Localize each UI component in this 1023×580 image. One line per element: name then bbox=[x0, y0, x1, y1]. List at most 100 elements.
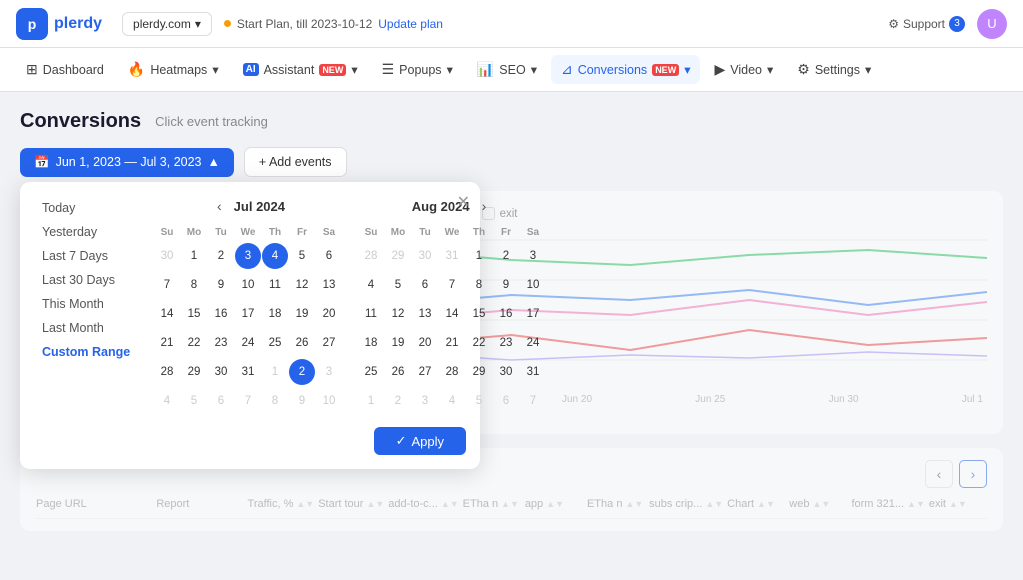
cal-day[interactable]: 18 bbox=[358, 330, 384, 356]
cal-day[interactable]: 22 bbox=[466, 330, 492, 356]
apply-button[interactable]: ✓ Apply bbox=[374, 427, 466, 455]
cal-day[interactable]: 7 bbox=[520, 388, 546, 414]
cal-day[interactable]: 16 bbox=[493, 301, 519, 327]
cal-day[interactable]: 1 bbox=[262, 359, 288, 385]
cal-day[interactable]: 1 bbox=[358, 388, 384, 414]
cal-day[interactable]: 31 bbox=[439, 243, 465, 269]
cal-day[interactable]: 25 bbox=[358, 359, 384, 385]
cal-day[interactable]: 7 bbox=[439, 272, 465, 298]
cal-day[interactable]: 2 bbox=[493, 243, 519, 269]
cal-day[interactable]: 9 bbox=[493, 272, 519, 298]
cal-day[interactable]: 3 bbox=[412, 388, 438, 414]
cal-day[interactable]: 12 bbox=[385, 301, 411, 327]
calendar-prev-button[interactable]: ‹ bbox=[211, 196, 228, 216]
nav-item-popups[interactable]: ☰ Popups ▾ bbox=[372, 55, 463, 84]
cal-day[interactable]: 5 bbox=[289, 243, 315, 269]
cal-day[interactable]: 2 bbox=[385, 388, 411, 414]
cal-day[interactable]: 28 bbox=[154, 359, 180, 385]
nav-item-assistant[interactable]: AI Assistant NEW ▾ bbox=[233, 56, 368, 83]
cal-day[interactable]: 30 bbox=[208, 359, 234, 385]
cal-day[interactable]: 24 bbox=[520, 330, 546, 356]
cal-day[interactable]: 4 bbox=[439, 388, 465, 414]
date-range-button[interactable]: 📅 Jun 1, 2023 — Jul 3, 2023 ▲ bbox=[20, 148, 234, 177]
cal-day[interactable]: 13 bbox=[316, 272, 342, 298]
cal-day[interactable]: 5 bbox=[181, 388, 207, 414]
nav-item-conversions[interactable]: ⊿ Conversions NEW ▾ bbox=[551, 55, 701, 84]
cal-day[interactable]: 14 bbox=[439, 301, 465, 327]
cal-day[interactable]: 14 bbox=[154, 301, 180, 327]
quick-range-custom[interactable]: Custom Range bbox=[34, 340, 144, 364]
cal-day[interactable]: 4 bbox=[358, 272, 384, 298]
quick-range-last7[interactable]: Last 7 Days bbox=[34, 244, 144, 268]
cal-day[interactable]: 17 bbox=[520, 301, 546, 327]
cal-day[interactable]: 5 bbox=[466, 388, 492, 414]
cal-day[interactable]: 24 bbox=[235, 330, 261, 356]
cal-day[interactable]: 10 bbox=[235, 272, 261, 298]
cal-day[interactable]: 29 bbox=[466, 359, 492, 385]
cal-day[interactable]: 3 bbox=[520, 243, 546, 269]
cal-day[interactable]: 21 bbox=[154, 330, 180, 356]
cal-day[interactable]: 6 bbox=[208, 388, 234, 414]
cal-day[interactable]: 4 bbox=[154, 388, 180, 414]
quick-range-lastmonth[interactable]: Last Month bbox=[34, 316, 144, 340]
cal-day[interactable]: 21 bbox=[439, 330, 465, 356]
cal-day[interactable]: 22 bbox=[181, 330, 207, 356]
cal-day[interactable]: 20 bbox=[316, 301, 342, 327]
cal-day[interactable]: 26 bbox=[385, 359, 411, 385]
cal-day[interactable]: 11 bbox=[262, 272, 288, 298]
nav-item-settings[interactable]: ⚙ Settings ▾ bbox=[787, 55, 881, 84]
sort-icon-subs-crip[interactable]: ▲▼ bbox=[705, 500, 723, 509]
cal-day[interactable]: 30 bbox=[493, 359, 519, 385]
sort-icon-chart[interactable]: ▲▼ bbox=[757, 500, 775, 509]
cal-day[interactable]: 6 bbox=[316, 243, 342, 269]
cal-day-selected-4[interactable]: 4 bbox=[262, 243, 288, 269]
cal-day[interactable]: 2 bbox=[208, 243, 234, 269]
cal-day[interactable]: 7 bbox=[235, 388, 261, 414]
cal-day[interactable]: 9 bbox=[208, 272, 234, 298]
nav-item-heatmaps[interactable]: 🔥 Heatmaps ▾ bbox=[118, 55, 229, 84]
sort-icon-ethan2[interactable]: ▲▼ bbox=[625, 500, 643, 509]
cal-day[interactable]: 9 bbox=[289, 388, 315, 414]
sort-icon-app[interactable]: ▲▼ bbox=[546, 500, 564, 509]
nav-item-video[interactable]: ▶ Video ▾ bbox=[704, 55, 783, 84]
quick-range-thismonth[interactable]: This Month bbox=[34, 292, 144, 316]
support-button[interactable]: ⚙ Support 3 bbox=[888, 16, 965, 32]
quick-range-last30[interactable]: Last 30 Days bbox=[34, 268, 144, 292]
table-next-button[interactable]: › bbox=[959, 460, 987, 488]
cal-day[interactable]: 31 bbox=[520, 359, 546, 385]
cal-day[interactable]: 30 bbox=[154, 243, 180, 269]
table-prev-button[interactable]: ‹ bbox=[925, 460, 953, 488]
cal-day[interactable]: 6 bbox=[412, 272, 438, 298]
avatar[interactable]: U bbox=[977, 9, 1007, 39]
cal-day[interactable]: 12 bbox=[289, 272, 315, 298]
cal-day[interactable]: 10 bbox=[520, 272, 546, 298]
cal-day[interactable]: 6 bbox=[493, 388, 519, 414]
cal-day[interactable]: 10 bbox=[316, 388, 342, 414]
cal-day[interactable]: 8 bbox=[262, 388, 288, 414]
cal-day[interactable]: 19 bbox=[289, 301, 315, 327]
sort-icon-start-tour[interactable]: ▲▼ bbox=[366, 500, 384, 509]
sort-icon-traffic[interactable]: ▲▼ bbox=[296, 500, 314, 509]
cal-day[interactable]: 25 bbox=[262, 330, 288, 356]
calendar-next-button[interactable]: › bbox=[476, 196, 493, 216]
cal-day[interactable]: 23 bbox=[208, 330, 234, 356]
cal-day[interactable]: 28 bbox=[358, 243, 384, 269]
cal-day-selected-2[interactable]: 2 bbox=[289, 359, 315, 385]
cal-day[interactable]: 20 bbox=[412, 330, 438, 356]
add-events-button[interactable]: + Add events bbox=[244, 147, 347, 177]
cal-day[interactable]: 17 bbox=[235, 301, 261, 327]
cal-day[interactable]: 31 bbox=[235, 359, 261, 385]
quick-range-today[interactable]: Today bbox=[34, 196, 144, 220]
sort-icon-form321[interactable]: ▲▼ bbox=[907, 500, 925, 509]
cal-day[interactable]: 8 bbox=[181, 272, 207, 298]
calendar-close-button[interactable]: ✕ bbox=[457, 192, 470, 212]
cal-day[interactable]: 8 bbox=[466, 272, 492, 298]
cal-day[interactable]: 29 bbox=[385, 243, 411, 269]
cal-day[interactable]: 30 bbox=[412, 243, 438, 269]
cal-day[interactable]: 23 bbox=[493, 330, 519, 356]
sort-icon-ethan1[interactable]: ▲▼ bbox=[501, 500, 519, 509]
cal-day[interactable]: 3 bbox=[316, 359, 342, 385]
cal-day-selected-3[interactable]: 3 bbox=[235, 243, 261, 269]
cal-day[interactable]: 7 bbox=[154, 272, 180, 298]
cal-day[interactable]: 15 bbox=[181, 301, 207, 327]
